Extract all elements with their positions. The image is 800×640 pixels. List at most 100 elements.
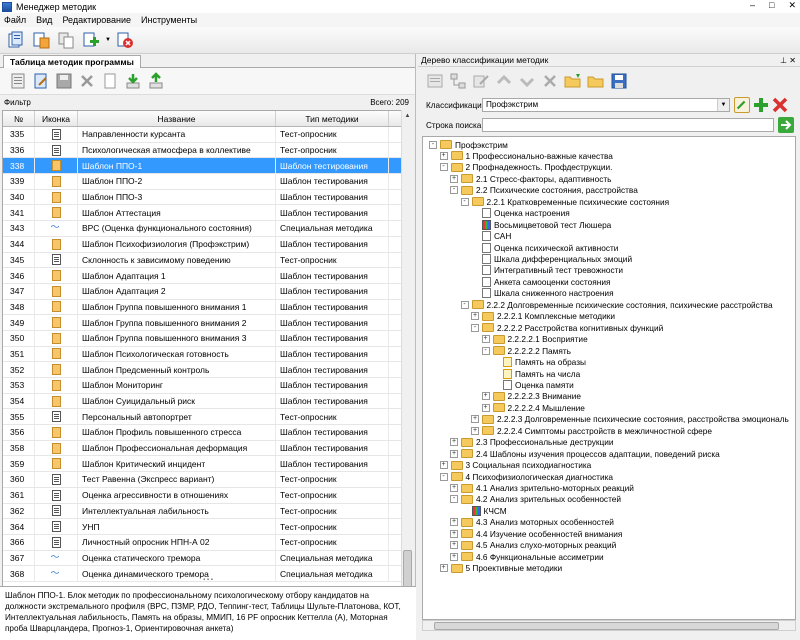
table-row[interactable]: 348 Шаблон Группа повышенного внимания 1Ш… xyxy=(3,299,401,316)
tree-method-node[interactable]: САН xyxy=(471,231,511,242)
filter-label[interactable]: Фильтр xyxy=(4,98,31,107)
tree-method-node[interactable]: Оценка психической активности xyxy=(471,242,618,253)
table-row[interactable]: 340 Шаблон ППО-3 Шаблон тестирования xyxy=(3,189,401,206)
classification-select[interactable]: Профэкстрим ▼ xyxy=(482,98,730,112)
tree-method-node[interactable]: Память на числа xyxy=(492,368,580,379)
expand-icon[interactable]: + xyxy=(450,449,458,458)
search-go-button[interactable] xyxy=(778,117,794,133)
table-row[interactable]: 351 Шаблон Психологическая готовность Шабл… xyxy=(3,346,401,363)
tree-folder-node[interactable]: - 4 Психофизиологическая диагностика xyxy=(439,471,613,482)
table-row[interactable]: 359 Шаблон Критический инцидент Шаблон тес… xyxy=(3,456,401,473)
tree-method-node[interactable]: Оценка настроения xyxy=(471,208,570,219)
table-row[interactable]: 364 УНП Тест-опросник xyxy=(3,519,401,535)
tree-folder-node[interactable]: +1 Профессионально-важные качества xyxy=(439,150,613,161)
expand-icon[interactable]: + xyxy=(471,426,479,435)
collapse-icon[interactable]: - xyxy=(460,197,469,206)
move-down-button[interactable] xyxy=(516,71,537,92)
grid-vertical-scrollbar[interactable]: ▲ ▼ xyxy=(401,110,413,630)
table-row[interactable]: 367 Оценка статического тремораСпециальна… xyxy=(3,550,401,567)
tree-folder-node[interactable]: +3 Социальная психодиагностика xyxy=(439,460,591,471)
document-button[interactable] xyxy=(100,71,120,91)
delete-button[interactable] xyxy=(77,71,97,91)
pin-close-icons[interactable]: ⊥ ✕ xyxy=(780,56,796,65)
expand-icon[interactable]: + xyxy=(439,461,448,470)
table-row[interactable]: 356 Шаблон Профиль повышенного стресса Шаб… xyxy=(3,425,401,441)
table-row[interactable]: 338 Шаблон ППО-1 Шаблон тестирования xyxy=(3,158,401,175)
open-methods-button[interactable] xyxy=(5,29,27,51)
table-row[interactable]: 360 Тест Равенна (Экспресс вариант) Тест-о… xyxy=(3,472,401,488)
table-row[interactable]: 354 Шаблон Суицидальный риск Шаблон тестир… xyxy=(3,393,401,410)
tree-folder-node[interactable]: +4.6 Функциональные ассиметрии xyxy=(450,551,604,562)
expand-icon[interactable]: + xyxy=(450,518,458,527)
table-row[interactable]: 366 Личностный опросник НПН-А 02 Тест-опро… xyxy=(3,534,401,551)
scrollbar-thumb[interactable] xyxy=(434,622,779,630)
tree-folder-node[interactable]: +5 Проективные методики xyxy=(439,563,562,574)
menu-file[interactable]: Файл xyxy=(4,15,26,25)
delete-method-button[interactable] xyxy=(114,29,136,51)
collapse-icon[interactable]: - xyxy=(439,163,448,172)
tree-folder-node[interactable]: - 2.2.2 Долговременные психические состоя… xyxy=(460,299,773,310)
tab-methods-table[interactable]: Таблица методик программы xyxy=(3,55,141,68)
expand-icon[interactable]: + xyxy=(450,541,458,550)
properties-button[interactable] xyxy=(8,71,28,91)
collapse-icon[interactable]: - xyxy=(450,186,458,195)
column-header-icon[interactable]: Иконка xyxy=(35,111,78,126)
tree-method-node[interactable]: КЧСМ xyxy=(461,505,507,516)
tree-folder-node[interactable]: +2.2.2.4 Симптомы расстройств в межлично… xyxy=(471,425,712,436)
tree-method-node[interactable]: Интегративный тест тревожности xyxy=(471,265,623,276)
tree-folder-node[interactable]: - 2.2 Психические состояния, расстройства xyxy=(450,185,638,196)
tree-structure-button[interactable] xyxy=(447,71,468,92)
new-folder-button[interactable] xyxy=(585,71,606,92)
chevron-down-icon[interactable]: ▼ xyxy=(717,99,729,111)
tree-method-node[interactable]: Анкета самооценки состояния xyxy=(471,276,610,287)
expand-icon[interactable]: + xyxy=(481,403,490,412)
collapse-icon[interactable]: - xyxy=(481,346,490,355)
expand-icon[interactable]: + xyxy=(450,174,458,183)
tree-edit-button[interactable] xyxy=(470,71,491,92)
column-header-type[interactable]: Тип методики xyxy=(276,111,389,126)
menu-view[interactable]: Вид xyxy=(36,15,52,25)
tree-folder-node[interactable]: +4.5 Анализ слухо-моторных реакций xyxy=(450,540,616,551)
tree-method-node[interactable]: Шкала дифференциальных эмоций xyxy=(471,254,632,265)
table-row[interactable]: 339 Шаблон ППО-2 Шаблон тестирования xyxy=(3,174,401,190)
menu-edit[interactable]: Редактирование xyxy=(62,15,131,25)
tree-method-node[interactable]: Оценка памяти xyxy=(492,379,574,390)
tree-folder-node[interactable]: - 2 Профнадежность. Профдеструкции. xyxy=(439,162,613,173)
edit-button[interactable] xyxy=(31,71,51,91)
column-header-name[interactable]: Название xyxy=(78,111,276,126)
expand-icon[interactable]: + xyxy=(450,552,458,561)
close-window-button[interactable]: ✕ xyxy=(788,0,796,11)
tree-folder-node[interactable]: +2.2.2.1 Комплексные методики xyxy=(471,311,615,322)
tree-folder-node[interactable]: - Профэкстрим xyxy=(429,139,508,150)
tree-method-node[interactable]: Восьмицветовой тест Люшера xyxy=(471,219,611,230)
move-up-button[interactable] xyxy=(493,71,514,92)
tree-folder-node[interactable]: - 4.2 Анализ зрительных особенностей xyxy=(450,494,621,505)
add-method-button[interactable] xyxy=(80,29,102,51)
edit-classification-button[interactable] xyxy=(734,97,750,113)
tree-folder-node[interactable]: +2.2.2.2.1 Восприятие xyxy=(481,334,588,345)
tree-method-node[interactable]: Шкала сниженного настроения xyxy=(471,288,614,299)
open-folder-button[interactable] xyxy=(562,71,583,92)
expand-icon[interactable]: + xyxy=(450,484,458,492)
table-row[interactable]: 358 Шаблон Профессиональная деформация Шаб… xyxy=(3,440,401,457)
expand-icon[interactable]: + xyxy=(450,529,458,538)
table-row[interactable]: 341 Шаблон Аттестация Шаблон тестирования xyxy=(3,205,401,222)
description-splitter[interactable]: ▪ ▪ ▪ xyxy=(0,577,416,584)
add-classification-button[interactable] xyxy=(753,97,769,113)
scroll-up-icon[interactable]: ▲ xyxy=(402,110,413,122)
table-row[interactable]: 353 Шаблон Мониторинг Шаблон тестирования xyxy=(3,378,401,394)
collapse-icon[interactable]: - xyxy=(439,472,448,481)
table-row[interactable]: 352 Шаблон Предсменный контроль Шаблон тес… xyxy=(3,362,401,378)
table-row[interactable]: 344 Шаблон Психофизиология (Профэкстрим) Ш… xyxy=(3,236,401,253)
table-row[interactable]: 343 ВРС (Оценка функционального состояния… xyxy=(3,221,401,237)
maximize-button[interactable]: □ xyxy=(769,0,774,11)
tree-folder-node[interactable]: +2.2.2.2.4 Мышление xyxy=(481,402,585,413)
tree-list-button[interactable] xyxy=(424,71,445,92)
templates-button[interactable] xyxy=(30,29,52,51)
collapse-icon[interactable]: - xyxy=(429,140,437,149)
table-row[interactable]: 345 Склонность к зависимому поведению Тест… xyxy=(3,252,401,269)
tree-folder-node[interactable]: +2.3 Профессиональные деструкции xyxy=(450,437,614,448)
menu-tools[interactable]: Инструменты xyxy=(141,15,197,25)
tree-folder-node[interactable]: +2.4 Шаблоны изучения процессов адаптаци… xyxy=(450,448,720,459)
expand-icon[interactable]: + xyxy=(439,564,448,573)
